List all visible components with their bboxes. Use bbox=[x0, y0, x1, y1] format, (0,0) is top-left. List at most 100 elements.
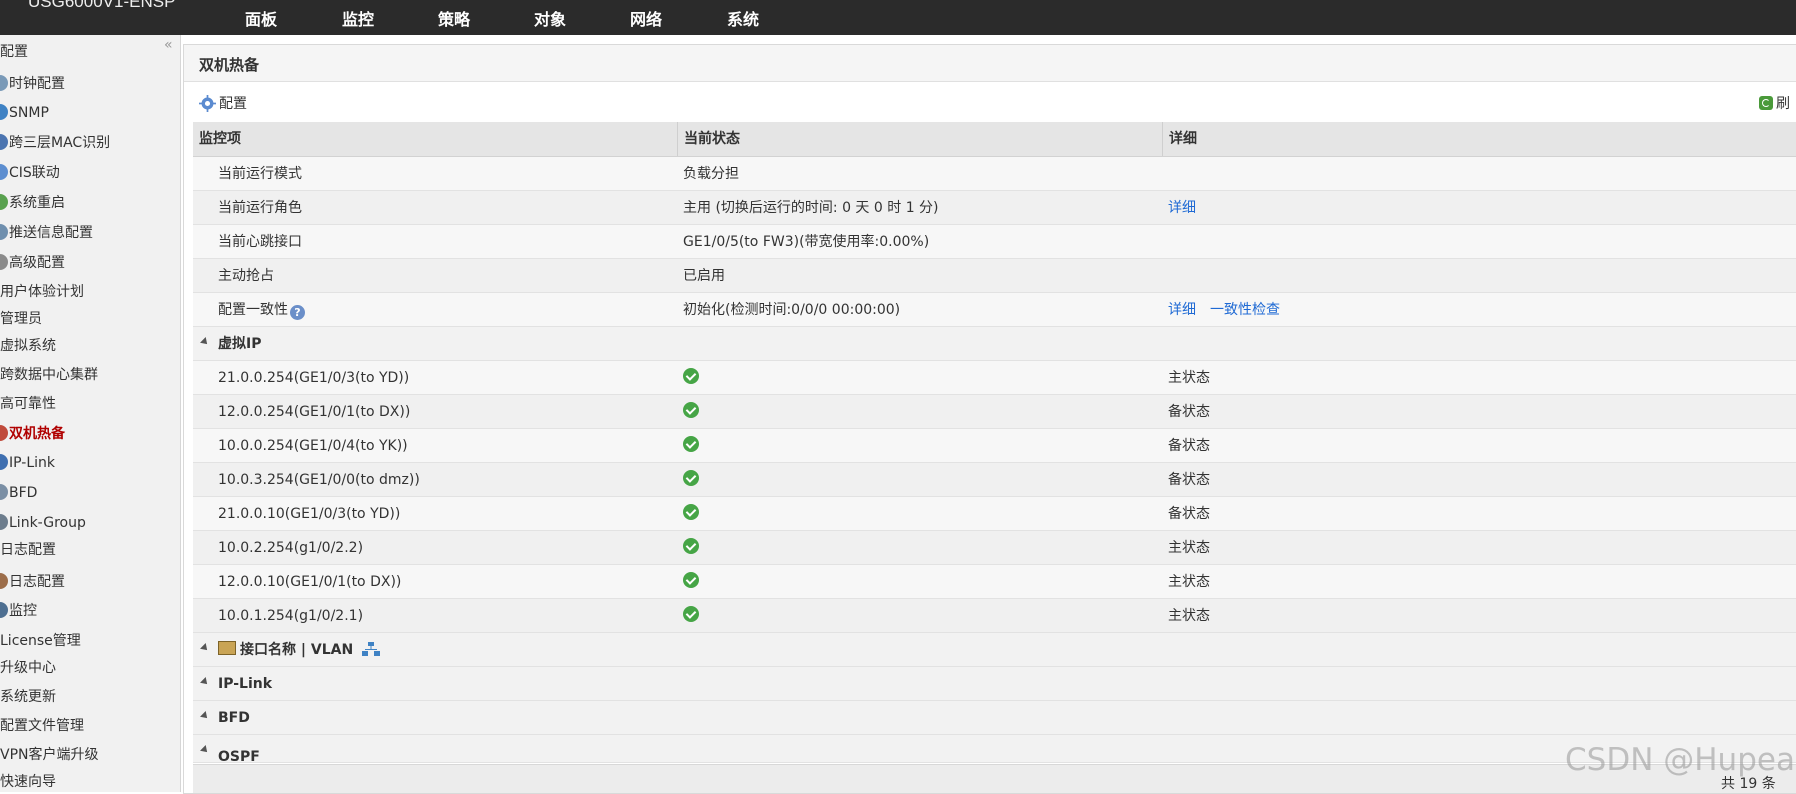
sidebar-item-reliability[interactable]: 高可靠性 bbox=[0, 392, 56, 416]
sidebar-item-cis[interactable]: CIS联动 bbox=[0, 161, 60, 185]
check-ok-icon bbox=[683, 572, 699, 588]
sidebar-item-reboot[interactable]: 系统重启 bbox=[0, 191, 65, 215]
nav-network[interactable]: 网络 bbox=[630, 6, 662, 30]
vip-state: 备状态 bbox=[1168, 404, 1210, 420]
sidebar-item-label: 配置文件管理 bbox=[0, 718, 84, 734]
check-ok-icon bbox=[683, 606, 699, 622]
vip-state: 主状态 bbox=[1168, 574, 1210, 590]
row-status: 负载分担 bbox=[683, 166, 739, 182]
ha-icon bbox=[0, 425, 8, 441]
brand-title: USG6000V1-ENSP bbox=[28, 0, 176, 11]
table-row: 21.0.0.254(GE1/0/3(to YD)) 主状态 bbox=[193, 361, 1796, 395]
sidebar-item-config-file[interactable]: 配置文件管理 bbox=[0, 714, 84, 738]
sidebar-item-log-config-group[interactable]: 日志配置 bbox=[0, 538, 56, 562]
nav-dashboard[interactable]: 面板 bbox=[245, 6, 277, 30]
sidebar-item-clock[interactable]: 时钟配置 bbox=[0, 72, 65, 96]
check-ok-icon bbox=[683, 368, 699, 384]
sidebar-item-vpn-client[interactable]: VPN客户端升级 bbox=[0, 743, 99, 767]
table-row: 配置一致性? 初始化(检测时间:0/0/0 00:00:00) 详细 一致性检查 bbox=[193, 293, 1796, 327]
sidebar-item-system-update[interactable]: 系统更新 bbox=[0, 685, 56, 709]
row-item: 当前运行角色 bbox=[218, 200, 302, 216]
sidebar-item-vsys[interactable]: 虚拟系统 bbox=[0, 334, 56, 358]
sidebar-item-cross-dc[interactable]: 跨数据中心集群 bbox=[0, 363, 98, 387]
vip-address: 21.0.0.254(GE1/0/3(to YD)) bbox=[218, 370, 410, 386]
refresh-button[interactable]: 刷 bbox=[1759, 93, 1790, 113]
check-ok-icon bbox=[683, 436, 699, 452]
consistency-check-link[interactable]: 一致性检查 bbox=[1210, 302, 1280, 318]
column-header-status: 当前状态 bbox=[677, 122, 1162, 156]
config-button[interactable]: 配置 bbox=[199, 93, 247, 113]
table-row: 当前心跳接口 GE1/0/5(to FW3)(带宽使用率:0.00%) bbox=[193, 225, 1796, 259]
mac-icon bbox=[0, 134, 8, 150]
sidebar-item-label: 高可靠性 bbox=[0, 396, 56, 412]
status-ok bbox=[683, 395, 699, 429]
top-navigation-bar: USG6000V1-ENSP 面板 监控 策略 对象 网络 系统 bbox=[0, 0, 1796, 35]
vip-state: 主状态 bbox=[1168, 540, 1210, 556]
row-status: 初始化(检测时间:0/0/0 00:00:00) bbox=[683, 302, 901, 318]
help-icon[interactable]: ? bbox=[290, 305, 305, 320]
group-virtual-ip[interactable]: 虚拟IP bbox=[193, 327, 1796, 361]
sidebar-item-bfd[interactable]: BFD bbox=[0, 481, 37, 505]
sidebar-item-license[interactable]: License管理 bbox=[0, 629, 81, 653]
row-item-config-consistency: 配置一致性? bbox=[218, 293, 305, 327]
nav-object[interactable]: 对象 bbox=[534, 6, 566, 30]
sidebar-item-admin[interactable]: 管理员 bbox=[0, 307, 42, 331]
sidebar-item-monitor[interactable]: 监控 bbox=[0, 599, 37, 623]
sidebar-item-label: License管理 bbox=[0, 633, 81, 649]
nav-monitor[interactable]: 监控 bbox=[342, 6, 374, 30]
toolbar: 配置 刷 bbox=[184, 81, 1796, 123]
nav-policy[interactable]: 策略 bbox=[438, 6, 470, 30]
expand-triangle-icon bbox=[200, 337, 210, 347]
row-status: 已启用 bbox=[683, 268, 725, 284]
sidebar-item-ux-plan[interactable]: 用户体验计划 bbox=[0, 280, 84, 304]
sidebar-item-quick-wizard[interactable]: 快速向导 bbox=[0, 770, 56, 792]
sidebar-item-push[interactable]: 推送信息配置 bbox=[0, 221, 93, 245]
sidebar-item-label: 配置 bbox=[0, 44, 28, 60]
check-ok-icon bbox=[683, 538, 699, 554]
monitor-icon bbox=[0, 602, 8, 618]
reboot-icon bbox=[0, 194, 8, 210]
sidebar-item-label: 时钟配置 bbox=[9, 76, 65, 92]
bfd-icon bbox=[0, 484, 8, 500]
sidebar-item-label: 推送信息配置 bbox=[9, 225, 93, 241]
sidebar-item-label: BFD bbox=[9, 485, 38, 501]
sidebar-item-snmp[interactable]: SNMP bbox=[0, 101, 49, 125]
nav-label: 监控 bbox=[342, 10, 375, 29]
nav-label: 系统 bbox=[727, 10, 760, 29]
sidebar-item-advanced[interactable]: 高级配置 bbox=[0, 251, 65, 275]
expand-triangle-icon bbox=[200, 677, 210, 687]
group-label: 接口名称 | VLAN bbox=[240, 642, 354, 658]
nav-system[interactable]: 系统 bbox=[727, 6, 759, 30]
sidebar-item-label: 日志配置 bbox=[0, 542, 56, 558]
group-interface-vlan[interactable]: 接口名称 | VLAN bbox=[193, 633, 1796, 667]
group-ip-link[interactable]: IP-Link bbox=[193, 667, 1796, 701]
sidebar-item-iplink[interactable]: IP-Link bbox=[0, 451, 55, 475]
sidebar-item-config[interactable]: 配置 bbox=[0, 40, 28, 64]
table-row: 10.0.0.254(GE1/0/4(to YK)) 备状态 bbox=[193, 429, 1796, 463]
nav-label: 网络 bbox=[630, 10, 663, 29]
page-title: 双机热备 bbox=[199, 56, 260, 74]
row-status: 主用 (切换后运行的时间: 0 天 0 时 1 分) bbox=[683, 200, 939, 216]
table-footer: 共 19 条 bbox=[193, 764, 1796, 793]
sidebar-item-label: Link-Group bbox=[9, 515, 86, 531]
refresh-label: 刷 bbox=[1776, 96, 1790, 112]
nav-label: 策略 bbox=[438, 10, 471, 29]
expand-triangle-icon bbox=[200, 745, 210, 755]
sidebar-item-upgrade-center[interactable]: 升级中心 bbox=[0, 656, 56, 680]
sidebar-item-link-group[interactable]: Link-Group bbox=[0, 511, 86, 535]
group-ospf[interactable]: OSPF bbox=[193, 735, 1796, 763]
vip-address: 21.0.0.10(GE1/0/3(to YD)) bbox=[218, 506, 401, 522]
detail-link[interactable]: 详细 bbox=[1168, 302, 1196, 318]
vip-state: 备状态 bbox=[1168, 506, 1210, 522]
collapse-sidebar-icon[interactable]: « bbox=[164, 37, 173, 53]
vip-address: 10.0.1.254(g1/0/2.1) bbox=[218, 608, 364, 624]
group-bfd[interactable]: BFD bbox=[193, 701, 1796, 735]
status-ok bbox=[683, 531, 699, 565]
vip-state: 备状态 bbox=[1168, 438, 1210, 454]
detail-link[interactable]: 详细 bbox=[1168, 191, 1196, 225]
sidebar-item-log-config[interactable]: 日志配置 bbox=[0, 570, 65, 594]
sidebar-item-mac[interactable]: 跨三层MAC识别 bbox=[0, 131, 110, 155]
sidebar-item-hot-standby[interactable]: 双机热备 bbox=[0, 422, 65, 446]
sidebar-item-label: 跨数据中心集群 bbox=[0, 367, 98, 383]
table-row: 10.0.3.254(GE1/0/0(to dmz)) 备状态 bbox=[193, 463, 1796, 497]
